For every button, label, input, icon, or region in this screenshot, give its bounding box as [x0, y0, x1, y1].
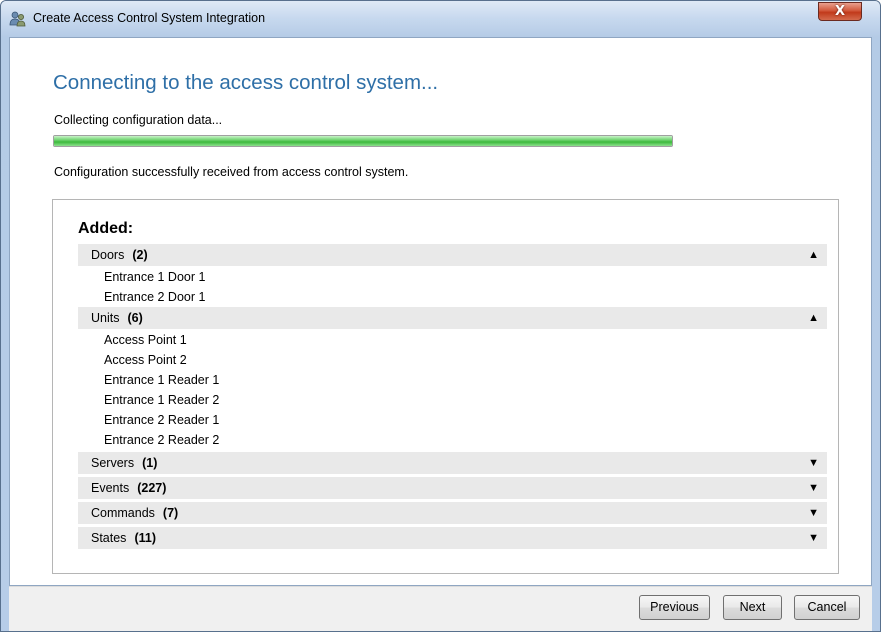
triangle-down-icon[interactable]: ▼: [808, 529, 819, 547]
list-item: Entrance 1 Reader 2: [104, 393, 220, 407]
previous-button[interactable]: Previous: [639, 595, 710, 620]
added-heading: Added:: [78, 220, 134, 237]
dialog-window: Create Access Control System Integration…: [0, 0, 881, 632]
section-name: Servers: [91, 456, 135, 470]
wizard-content: Connecting to the access control system.…: [9, 37, 872, 586]
list-item: Access Point 1: [104, 333, 187, 347]
section-name: Events: [91, 481, 130, 495]
list-item: Entrance 2 Reader 1: [104, 413, 220, 427]
triangle-down-icon[interactable]: ▼: [808, 454, 819, 472]
section-name: Commands: [91, 506, 155, 520]
triangle-up-icon[interactable]: ▲: [808, 309, 819, 327]
section-name: States: [91, 531, 127, 545]
cancel-button[interactable]: Cancel: [794, 595, 860, 620]
section-header-commands[interactable]: Commands (7) ▼: [78, 502, 827, 524]
window-title: Create Access Control System Integration: [33, 11, 266, 25]
list-item: Entrance 1 Reader 1: [104, 373, 220, 387]
triangle-down-icon[interactable]: ▼: [808, 479, 819, 497]
close-icon[interactable]: X: [819, 3, 861, 20]
triangle-up-icon[interactable]: ▲: [808, 246, 819, 264]
triangle-down-icon[interactable]: ▼: [808, 504, 819, 522]
list-item: Access Point 2: [104, 353, 187, 367]
progress-bar-fill: [54, 136, 672, 146]
list-item: Entrance 1 Door 1: [104, 270, 206, 284]
section-count: (7): [162, 506, 179, 520]
section-header-servers[interactable]: Servers (1) ▼: [78, 452, 827, 474]
section-count: (1): [142, 456, 158, 470]
section-count: (2): [132, 248, 148, 262]
progress-bar: [53, 135, 673, 147]
collecting-status-label: Collecting configuration data...: [54, 113, 223, 127]
page-title: Connecting to the access control system.…: [53, 71, 439, 94]
list-item: Entrance 2 Door 1: [104, 290, 206, 304]
wizard-footer: Previous Next Cancel: [9, 586, 872, 631]
section-count: (11): [134, 531, 156, 545]
section-name: Doors: [91, 248, 125, 262]
list-item: Entrance 2 Reader 2: [104, 433, 220, 447]
section-name: Units: [91, 311, 120, 325]
close-button[interactable]: X: [818, 2, 862, 21]
section-count: (6): [127, 311, 143, 325]
added-entities-panel: Added: Doors (2) ▲ Entrance 1 Door 1 Entr…: [52, 199, 839, 574]
section-header-doors[interactable]: Doors (2) ▲: [78, 244, 827, 266]
title-bar[interactable]: Create Access Control System Integration…: [1, 1, 880, 37]
access-control-users-icon: [9, 10, 27, 28]
configuration-status-label: Configuration successfully received from…: [54, 165, 409, 179]
section-header-units[interactable]: Units (6) ▲: [78, 307, 827, 329]
next-button[interactable]: Next: [723, 595, 782, 620]
section-header-states[interactable]: States (11) ▼: [78, 527, 827, 549]
section-header-events[interactable]: Events (227) ▼: [78, 477, 827, 499]
section-count: (227): [137, 481, 167, 495]
